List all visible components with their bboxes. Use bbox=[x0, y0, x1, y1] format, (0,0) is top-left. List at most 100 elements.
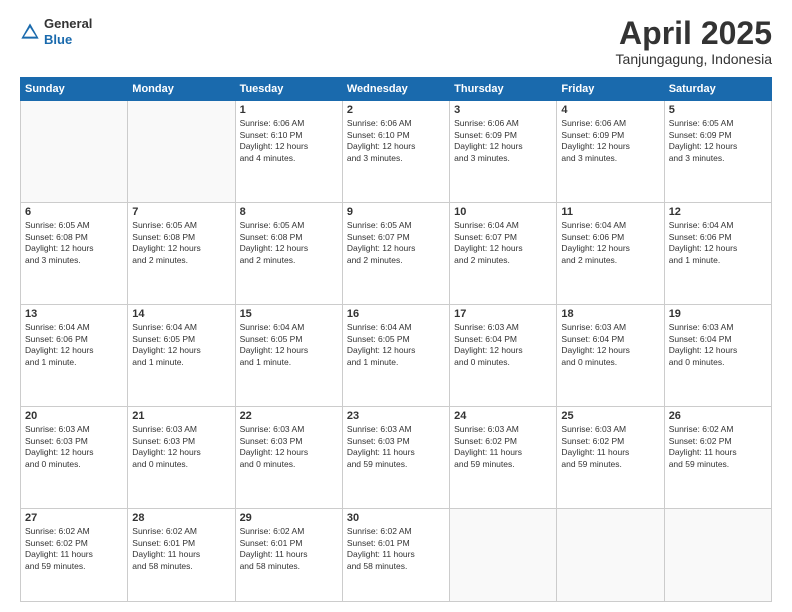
logo-icon bbox=[20, 22, 40, 42]
day-info: Sunrise: 6:03 AM Sunset: 6:04 PM Dayligh… bbox=[669, 322, 767, 368]
day-number: 17 bbox=[454, 308, 552, 320]
calendar-cell: 21 Sunrise: 6:03 AM Sunset: 6:03 PM Dayli… bbox=[128, 407, 235, 509]
day-info: Sunrise: 6:03 AM Sunset: 6:03 PM Dayligh… bbox=[132, 424, 230, 470]
calendar-week-row: 1 Sunrise: 6:06 AM Sunset: 6:10 PM Daylig… bbox=[21, 101, 772, 203]
day-info: Sunrise: 6:04 AM Sunset: 6:07 PM Dayligh… bbox=[454, 220, 552, 266]
calendar-title: April 2025 bbox=[616, 16, 772, 51]
day-info: Sunrise: 6:04 AM Sunset: 6:06 PM Dayligh… bbox=[561, 220, 659, 266]
day-number: 27 bbox=[25, 512, 123, 524]
day-number: 4 bbox=[561, 104, 659, 116]
logo-text: General Blue bbox=[44, 16, 92, 47]
calendar-cell: 6 Sunrise: 6:05 AM Sunset: 6:08 PM Daylig… bbox=[21, 203, 128, 305]
day-number: 18 bbox=[561, 308, 659, 320]
day-number: 15 bbox=[240, 308, 338, 320]
day-number: 25 bbox=[561, 410, 659, 422]
day-number: 26 bbox=[669, 410, 767, 422]
day-number: 7 bbox=[132, 206, 230, 218]
day-info: Sunrise: 6:03 AM Sunset: 6:03 PM Dayligh… bbox=[347, 424, 445, 470]
day-number: 10 bbox=[454, 206, 552, 218]
calendar-cell bbox=[21, 101, 128, 203]
calendar-cell: 24Sunrise: 6:03 AM Sunset: 6:02 PM Dayli… bbox=[450, 407, 557, 509]
day-info: Sunrise: 6:03 AM Sunset: 6:03 PM Dayligh… bbox=[25, 424, 123, 470]
calendar-cell: 25 Sunrise: 6:03 AM Sunset: 6:02 PM Dayli… bbox=[557, 407, 664, 509]
day-number: 30 bbox=[347, 512, 445, 524]
day-number: 28 bbox=[132, 512, 230, 524]
calendar-table: SundayMondayTuesdayWednesdayThursdayFrid… bbox=[20, 77, 772, 602]
day-info: Sunrise: 6:02 AM Sunset: 6:01 PM Dayligh… bbox=[132, 526, 230, 572]
calendar-cell: 20 Sunrise: 6:03 AM Sunset: 6:03 PM Dayli… bbox=[21, 407, 128, 509]
calendar-cell: 5Sunrise: 6:05 AM Sunset: 6:09 PM Daylig… bbox=[664, 101, 771, 203]
calendar-header-row: SundayMondayTuesdayWednesdayThursdayFrid… bbox=[21, 78, 772, 101]
calendar-cell bbox=[664, 509, 771, 602]
day-info: Sunrise: 6:02 AM Sunset: 6:02 PM Dayligh… bbox=[669, 424, 767, 470]
day-info: Sunrise: 6:03 AM Sunset: 6:04 PM Dayligh… bbox=[561, 322, 659, 368]
day-info: Sunrise: 6:02 AM Sunset: 6:01 PM Dayligh… bbox=[347, 526, 445, 572]
day-info: Sunrise: 6:04 AM Sunset: 6:05 PM Dayligh… bbox=[132, 322, 230, 368]
header: General Blue April 2025 Tanjungagung, In… bbox=[20, 16, 772, 67]
calendar-cell: 26 Sunrise: 6:02 AM Sunset: 6:02 PM Dayli… bbox=[664, 407, 771, 509]
logo: General Blue bbox=[20, 16, 92, 47]
calendar-cell: 18 Sunrise: 6:03 AM Sunset: 6:04 PM Dayli… bbox=[557, 305, 664, 407]
calendar-day-header: Sunday bbox=[21, 78, 128, 101]
calendar-cell bbox=[450, 509, 557, 602]
calendar-cell: 12Sunrise: 6:04 AM Sunset: 6:06 PM Dayli… bbox=[664, 203, 771, 305]
calendar-cell: 16Sunrise: 6:04 AM Sunset: 6:05 PM Dayli… bbox=[342, 305, 449, 407]
day-number: 19 bbox=[669, 308, 767, 320]
title-block: April 2025 Tanjungagung, Indonesia bbox=[616, 16, 772, 67]
calendar-cell: 13Sunrise: 6:04 AM Sunset: 6:06 PM Dayli… bbox=[21, 305, 128, 407]
day-number: 3 bbox=[454, 104, 552, 116]
day-info: Sunrise: 6:05 AM Sunset: 6:08 PM Dayligh… bbox=[132, 220, 230, 266]
day-info: Sunrise: 6:03 AM Sunset: 6:04 PM Dayligh… bbox=[454, 322, 552, 368]
day-info: Sunrise: 6:02 AM Sunset: 6:01 PM Dayligh… bbox=[240, 526, 338, 572]
day-info: Sunrise: 6:04 AM Sunset: 6:05 PM Dayligh… bbox=[240, 322, 338, 368]
calendar-cell: 27 Sunrise: 6:02 AM Sunset: 6:02 PM Dayli… bbox=[21, 509, 128, 602]
day-info: Sunrise: 6:06 AM Sunset: 6:10 PM Dayligh… bbox=[240, 118, 338, 164]
day-info: Sunrise: 6:05 AM Sunset: 6:08 PM Dayligh… bbox=[25, 220, 123, 266]
day-number: 23 bbox=[347, 410, 445, 422]
day-info: Sunrise: 6:05 AM Sunset: 6:09 PM Dayligh… bbox=[669, 118, 767, 164]
calendar-cell: 22 Sunrise: 6:03 AM Sunset: 6:03 PM Dayli… bbox=[235, 407, 342, 509]
calendar-day-header: Saturday bbox=[664, 78, 771, 101]
calendar-cell: 1 Sunrise: 6:06 AM Sunset: 6:10 PM Daylig… bbox=[235, 101, 342, 203]
calendar-cell: 10 Sunrise: 6:04 AM Sunset: 6:07 PM Dayli… bbox=[450, 203, 557, 305]
calendar-cell: 29 Sunrise: 6:02 AM Sunset: 6:01 PM Dayli… bbox=[235, 509, 342, 602]
day-info: Sunrise: 6:06 AM Sunset: 6:10 PM Dayligh… bbox=[347, 118, 445, 164]
calendar-day-header: Monday bbox=[128, 78, 235, 101]
calendar-cell: 19 Sunrise: 6:03 AM Sunset: 6:04 PM Dayli… bbox=[664, 305, 771, 407]
day-info: Sunrise: 6:03 AM Sunset: 6:02 PM Dayligh… bbox=[561, 424, 659, 470]
calendar-cell: 7 Sunrise: 6:05 AM Sunset: 6:08 PM Daylig… bbox=[128, 203, 235, 305]
day-number: 16 bbox=[347, 308, 445, 320]
calendar-day-header: Thursday bbox=[450, 78, 557, 101]
day-info: Sunrise: 6:05 AM Sunset: 6:07 PM Dayligh… bbox=[347, 220, 445, 266]
day-number: 21 bbox=[132, 410, 230, 422]
calendar-cell: 3 Sunrise: 6:06 AM Sunset: 6:09 PM Daylig… bbox=[450, 101, 557, 203]
day-number: 29 bbox=[240, 512, 338, 524]
calendar-day-header: Tuesday bbox=[235, 78, 342, 101]
day-number: 20 bbox=[25, 410, 123, 422]
calendar-day-header: Friday bbox=[557, 78, 664, 101]
calendar-subtitle: Tanjungagung, Indonesia bbox=[616, 51, 772, 67]
day-number: 1 bbox=[240, 104, 338, 116]
day-info: Sunrise: 6:02 AM Sunset: 6:02 PM Dayligh… bbox=[25, 526, 123, 572]
calendar-week-row: 13Sunrise: 6:04 AM Sunset: 6:06 PM Dayli… bbox=[21, 305, 772, 407]
calendar-cell: 30 Sunrise: 6:02 AM Sunset: 6:01 PM Dayli… bbox=[342, 509, 449, 602]
day-number: 2 bbox=[347, 104, 445, 116]
calendar-cell: 2 Sunrise: 6:06 AM Sunset: 6:10 PM Daylig… bbox=[342, 101, 449, 203]
day-info: Sunrise: 6:06 AM Sunset: 6:09 PM Dayligh… bbox=[454, 118, 552, 164]
calendar-week-row: 6 Sunrise: 6:05 AM Sunset: 6:08 PM Daylig… bbox=[21, 203, 772, 305]
logo-general: General bbox=[44, 16, 92, 32]
day-number: 12 bbox=[669, 206, 767, 218]
day-info: Sunrise: 6:03 AM Sunset: 6:03 PM Dayligh… bbox=[240, 424, 338, 470]
day-number: 13 bbox=[25, 308, 123, 320]
day-number: 6 bbox=[25, 206, 123, 218]
calendar-cell: 4Sunrise: 6:06 AM Sunset: 6:09 PM Daylig… bbox=[557, 101, 664, 203]
day-number: 14 bbox=[132, 308, 230, 320]
day-number: 22 bbox=[240, 410, 338, 422]
calendar-cell: 14 Sunrise: 6:04 AM Sunset: 6:05 PM Dayli… bbox=[128, 305, 235, 407]
calendar-cell: 17 Sunrise: 6:03 AM Sunset: 6:04 PM Dayli… bbox=[450, 305, 557, 407]
calendar-cell bbox=[128, 101, 235, 203]
calendar-week-row: 20 Sunrise: 6:03 AM Sunset: 6:03 PM Dayli… bbox=[21, 407, 772, 509]
calendar-cell bbox=[557, 509, 664, 602]
calendar-cell: 11Sunrise: 6:04 AM Sunset: 6:06 PM Dayli… bbox=[557, 203, 664, 305]
day-number: 9 bbox=[347, 206, 445, 218]
